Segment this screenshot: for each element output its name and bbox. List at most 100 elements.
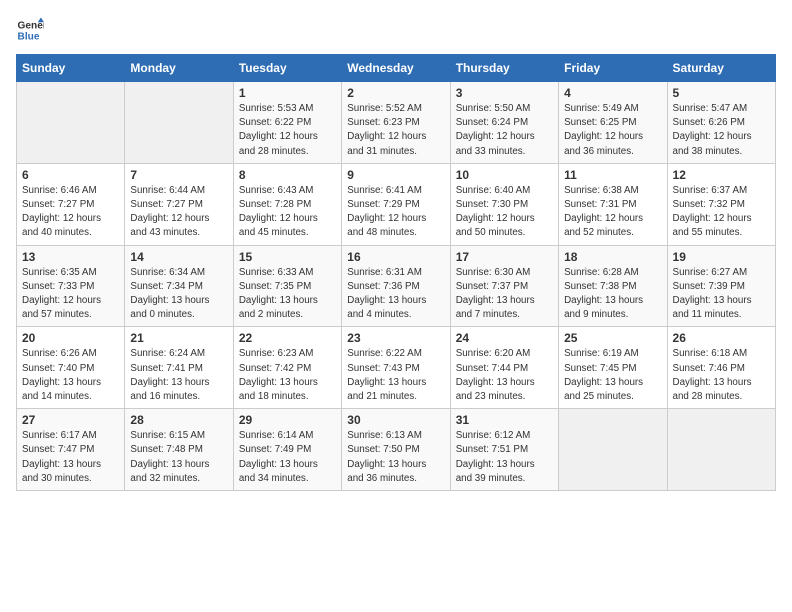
day-number: 31	[456, 413, 553, 427]
day-detail: Sunrise: 6:15 AM Sunset: 7:48 PM Dayligh…	[130, 429, 227, 486]
day-cell: 4Sunrise: 5:49 AM Sunset: 6:25 PM Daylig…	[559, 82, 667, 164]
day-header-wednesday: Wednesday	[342, 55, 450, 82]
day-detail: Sunrise: 6:17 AM Sunset: 7:47 PM Dayligh…	[22, 429, 119, 486]
day-cell: 3 Sunrise: 5:50 AM Sunset: 6:24 PM Daylig…	[450, 82, 558, 164]
logo-icon: General Blue	[16, 16, 44, 44]
day-cell: 1 Sunrise: 5:53 AM Sunset: 6:22 PM Daylig…	[233, 82, 341, 164]
day-detail: Sunrise: 6:30 AM Sunset: 7:37 PM Dayligh…	[456, 266, 553, 323]
day-number: 5	[673, 86, 770, 100]
day-number: 17	[456, 250, 553, 264]
day-number: 3	[456, 86, 553, 100]
day-header-tuesday: Tuesday	[233, 55, 341, 82]
week-row-4: 20Sunrise: 6:26 AM Sunset: 7:40 PM Dayli…	[17, 327, 776, 409]
day-cell: 15 Sunrise: 6:33 AM Sunset: 7:35 PM Dayli…	[233, 245, 341, 327]
day-number: 15	[239, 250, 336, 264]
day-cell: 16 Sunrise: 6:31 AM Sunset: 7:36 PM Dayli…	[342, 245, 450, 327]
day-number: 2	[347, 86, 444, 100]
day-cell: 27Sunrise: 6:17 AM Sunset: 7:47 PM Dayli…	[17, 409, 125, 491]
day-cell: 18 Sunrise: 6:28 AM Sunset: 7:38 PM Dayli…	[559, 245, 667, 327]
day-number: 8	[239, 168, 336, 182]
day-cell: 9 Sunrise: 6:41 AM Sunset: 7:29 PM Daylig…	[342, 163, 450, 245]
day-detail: Sunrise: 5:53 AM Sunset: 6:22 PM Dayligh…	[239, 102, 336, 159]
header-row: SundayMondayTuesdayWednesdayThursdayFrid…	[17, 55, 776, 82]
day-number: 18	[564, 250, 661, 264]
day-detail: Sunrise: 6:40 AM Sunset: 7:30 PM Dayligh…	[456, 184, 553, 241]
day-cell: 10 Sunrise: 6:40 AM Sunset: 7:30 PM Dayli…	[450, 163, 558, 245]
day-number: 19	[673, 250, 770, 264]
day-detail: Sunrise: 5:47 AM Sunset: 6:26 PM Dayligh…	[673, 102, 770, 159]
day-cell: 19 Sunrise: 6:27 AM Sunset: 7:39 PM Dayli…	[667, 245, 775, 327]
logo: General Blue	[16, 16, 48, 44]
day-header-thursday: Thursday	[450, 55, 558, 82]
day-number: 24	[456, 331, 553, 345]
day-number: 29	[239, 413, 336, 427]
day-detail: Sunrise: 6:33 AM Sunset: 7:35 PM Dayligh…	[239, 266, 336, 323]
day-detail: Sunrise: 6:31 AM Sunset: 7:36 PM Dayligh…	[347, 266, 444, 323]
day-cell: 23Sunrise: 6:22 AM Sunset: 7:43 PM Dayli…	[342, 327, 450, 409]
day-detail: Sunrise: 6:14 AM Sunset: 7:49 PM Dayligh…	[239, 429, 336, 486]
day-cell: 24 Sunrise: 6:20 AM Sunset: 7:44 PM Dayli…	[450, 327, 558, 409]
day-cell: 28 Sunrise: 6:15 AM Sunset: 7:48 PM Dayli…	[125, 409, 233, 491]
day-number: 26	[673, 331, 770, 345]
day-detail: Sunrise: 6:19 AM Sunset: 7:45 PM Dayligh…	[564, 347, 661, 404]
day-number: 9	[347, 168, 444, 182]
week-row-5: 27Sunrise: 6:17 AM Sunset: 7:47 PM Dayli…	[17, 409, 776, 491]
calendar-table: SundayMondayTuesdayWednesdayThursdayFrid…	[16, 54, 776, 491]
day-header-sunday: Sunday	[17, 55, 125, 82]
day-cell	[559, 409, 667, 491]
day-detail: Sunrise: 6:35 AM Sunset: 7:33 PM Dayligh…	[22, 266, 119, 323]
day-number: 16	[347, 250, 444, 264]
day-cell: 30 Sunrise: 6:13 AM Sunset: 7:50 PM Dayli…	[342, 409, 450, 491]
week-row-1: 1 Sunrise: 5:53 AM Sunset: 6:22 PM Daylig…	[17, 82, 776, 164]
day-cell: 5 Sunrise: 5:47 AM Sunset: 6:26 PM Daylig…	[667, 82, 775, 164]
day-number: 23	[347, 331, 444, 345]
day-cell: 7Sunrise: 6:44 AM Sunset: 7:27 PM Daylig…	[125, 163, 233, 245]
day-detail: Sunrise: 6:46 AM Sunset: 7:27 PM Dayligh…	[22, 184, 119, 241]
day-number: 1	[239, 86, 336, 100]
day-number: 21	[130, 331, 227, 345]
page-header: General Blue	[16, 16, 776, 44]
day-cell: 13 Sunrise: 6:35 AM Sunset: 7:33 PM Dayli…	[17, 245, 125, 327]
day-detail: Sunrise: 5:49 AM Sunset: 6:25 PM Dayligh…	[564, 102, 661, 159]
week-row-3: 13 Sunrise: 6:35 AM Sunset: 7:33 PM Dayli…	[17, 245, 776, 327]
day-number: 30	[347, 413, 444, 427]
day-detail: Sunrise: 6:41 AM Sunset: 7:29 PM Dayligh…	[347, 184, 444, 241]
day-detail: Sunrise: 6:13 AM Sunset: 7:50 PM Dayligh…	[347, 429, 444, 486]
day-number: 11	[564, 168, 661, 182]
day-cell	[17, 82, 125, 164]
day-detail: Sunrise: 6:24 AM Sunset: 7:41 PM Dayligh…	[130, 347, 227, 404]
day-number: 14	[130, 250, 227, 264]
day-detail: Sunrise: 5:50 AM Sunset: 6:24 PM Dayligh…	[456, 102, 553, 159]
day-cell: 31 Sunrise: 6:12 AM Sunset: 7:51 PM Dayli…	[450, 409, 558, 491]
day-number: 10	[456, 168, 553, 182]
day-header-monday: Monday	[125, 55, 233, 82]
day-cell: 8 Sunrise: 6:43 AM Sunset: 7:28 PM Daylig…	[233, 163, 341, 245]
day-cell: 14 Sunrise: 6:34 AM Sunset: 7:34 PM Dayli…	[125, 245, 233, 327]
week-row-2: 6Sunrise: 6:46 AM Sunset: 7:27 PM Daylig…	[17, 163, 776, 245]
day-cell: 6Sunrise: 6:46 AM Sunset: 7:27 PM Daylig…	[17, 163, 125, 245]
day-detail: Sunrise: 6:12 AM Sunset: 7:51 PM Dayligh…	[456, 429, 553, 486]
day-detail: Sunrise: 6:27 AM Sunset: 7:39 PM Dayligh…	[673, 266, 770, 323]
day-detail: Sunrise: 6:43 AM Sunset: 7:28 PM Dayligh…	[239, 184, 336, 241]
day-detail: Sunrise: 6:28 AM Sunset: 7:38 PM Dayligh…	[564, 266, 661, 323]
day-detail: Sunrise: 6:20 AM Sunset: 7:44 PM Dayligh…	[456, 347, 553, 404]
day-number: 20	[22, 331, 119, 345]
day-header-friday: Friday	[559, 55, 667, 82]
day-number: 13	[22, 250, 119, 264]
day-detail: Sunrise: 6:18 AM Sunset: 7:46 PM Dayligh…	[673, 347, 770, 404]
day-cell: 25Sunrise: 6:19 AM Sunset: 7:45 PM Dayli…	[559, 327, 667, 409]
day-cell: 11Sunrise: 6:38 AM Sunset: 7:31 PM Dayli…	[559, 163, 667, 245]
day-number: 28	[130, 413, 227, 427]
day-cell: 22Sunrise: 6:23 AM Sunset: 7:42 PM Dayli…	[233, 327, 341, 409]
day-detail: Sunrise: 5:52 AM Sunset: 6:23 PM Dayligh…	[347, 102, 444, 159]
day-cell: 2 Sunrise: 5:52 AM Sunset: 6:23 PM Daylig…	[342, 82, 450, 164]
day-detail: Sunrise: 6:34 AM Sunset: 7:34 PM Dayligh…	[130, 266, 227, 323]
day-cell: 26 Sunrise: 6:18 AM Sunset: 7:46 PM Dayli…	[667, 327, 775, 409]
day-number: 12	[673, 168, 770, 182]
day-cell: 21 Sunrise: 6:24 AM Sunset: 7:41 PM Dayli…	[125, 327, 233, 409]
day-cell: 12Sunrise: 6:37 AM Sunset: 7:32 PM Dayli…	[667, 163, 775, 245]
day-cell: 17 Sunrise: 6:30 AM Sunset: 7:37 PM Dayli…	[450, 245, 558, 327]
day-number: 22	[239, 331, 336, 345]
svg-text:Blue: Blue	[18, 31, 40, 42]
day-number: 7	[130, 168, 227, 182]
